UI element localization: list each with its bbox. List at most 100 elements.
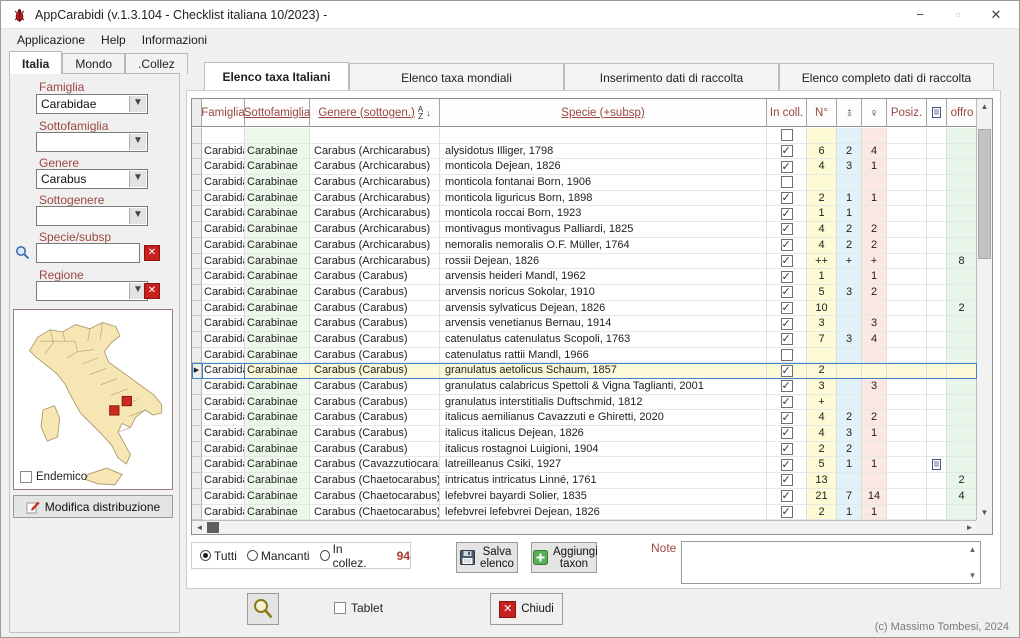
tab-elenco-taxa-italiani[interactable]: Elenco taxa Italiani — [204, 62, 349, 90]
incoll-checkbox[interactable] — [781, 365, 793, 377]
maximize-button[interactable]: ▫ — [941, 1, 975, 29]
incoll-checkbox[interactable] — [781, 396, 793, 408]
col-header-incoll[interactable]: In coll. — [767, 99, 807, 126]
filter-option-tutti[interactable]: Tutti — [200, 549, 237, 563]
col-header-male[interactable]: ♂ — [837, 99, 862, 126]
incoll-checkbox[interactable] — [781, 380, 793, 392]
table-row[interactable]: CarabidaeCarabinaeCarabus (Carabus)arven… — [192, 285, 977, 301]
sottofamiglia-combo[interactable]: ▼ — [36, 132, 148, 152]
chevron-down-icon[interactable]: ▼ — [129, 208, 146, 224]
col-header-doc[interactable] — [927, 99, 947, 126]
table-row[interactable]: CarabidaeCarabinaeCarabus (Archicarabus)… — [192, 238, 977, 254]
incoll-checkbox[interactable] — [781, 412, 793, 424]
row-selector[interactable] — [192, 505, 202, 521]
table-row[interactable]: CarabidaeCarabinaeCarabus (Archicarabus)… — [192, 222, 977, 238]
regione-combo[interactable]: ▼ — [36, 281, 148, 301]
note-scroll-down-icon[interactable]: ▼ — [966, 569, 979, 582]
chevron-down-icon[interactable]: ▼ — [129, 134, 146, 150]
sidebar-tab-mondo[interactable]: Mondo — [62, 53, 125, 74]
row-selector[interactable] — [192, 426, 202, 442]
row-selector[interactable] — [192, 332, 202, 348]
incoll-checkbox[interactable] — [781, 161, 793, 173]
endemico-checkbox[interactable] — [20, 471, 32, 483]
row-selector[interactable] — [192, 128, 202, 144]
menu-informazioni[interactable]: Informazioni — [134, 31, 215, 49]
scroll-left-arrow[interactable]: ◄ — [192, 521, 207, 534]
chevron-down-icon[interactable]: ▼ — [129, 96, 146, 112]
row-selector[interactable] — [192, 457, 202, 473]
genere-combo[interactable]: Carabus▼ — [36, 169, 148, 189]
scroll-right-arrow[interactable]: ► — [962, 521, 977, 534]
row-selector[interactable] — [192, 191, 202, 207]
table-row[interactable]: CarabidaeCarabinaeCarabus (Carabus)arven… — [192, 269, 977, 285]
incoll-checkbox[interactable] — [781, 427, 793, 439]
col-header-posiz[interactable]: Posiz. — [887, 99, 927, 126]
row-selector[interactable] — [192, 254, 202, 270]
incoll-checkbox[interactable] — [781, 192, 793, 204]
table-row[interactable]: CarabidaeCarabinaeCarabus (Carabus)itali… — [192, 426, 977, 442]
incoll-checkbox[interactable] — [781, 333, 793, 345]
filter-option-in-collez[interactable]: In collez. — [320, 542, 375, 570]
filter-option-mancanti[interactable]: Mancanti — [247, 549, 310, 563]
col-header-specie[interactable]: Specie (+subsp) — [440, 99, 767, 126]
table-row[interactable]: CarabidaeCarabinaeCarabus (Carabus)caten… — [192, 332, 977, 348]
incoll-checkbox[interactable] — [781, 474, 793, 486]
row-selector[interactable] — [192, 222, 202, 238]
table-row[interactable]: ▶CarabidaeCarabinaeCarabus (Carabus)gran… — [192, 363, 977, 379]
salva-elenco-button[interactable]: Salva elenco — [456, 542, 518, 573]
tablet-checkbox[interactable] — [334, 602, 346, 614]
table-row[interactable]: CarabidaeCarabinaeCarabus (Carabus)itali… — [192, 410, 977, 426]
incoll-checkbox[interactable] — [781, 318, 793, 330]
vertical-scroll-thumb[interactable] — [978, 129, 991, 259]
incoll-checkbox[interactable] — [781, 506, 793, 518]
sottogenere-combo[interactable]: ▼ — [36, 206, 148, 226]
sidebar-tab-italia[interactable]: Italia — [9, 51, 62, 74]
incoll-checkbox[interactable] — [781, 286, 793, 298]
table-row[interactable]: CarabidaeCarabinaeCarabus (Archicarabus)… — [192, 254, 977, 270]
row-selector[interactable] — [192, 238, 202, 254]
table-row[interactable]: CarabidaeCarabinaeCarabus (Archicarabus)… — [192, 191, 977, 207]
row-selector[interactable] — [192, 395, 202, 411]
table-row[interactable]: CarabidaeCarabinaeCarabus (Carabus)arven… — [192, 301, 977, 317]
horizontal-scroll-thumb[interactable] — [207, 522, 219, 533]
row-selector[interactable] — [192, 144, 202, 160]
specie-input[interactable] — [36, 243, 140, 263]
scroll-up-arrow[interactable]: ▲ — [977, 99, 992, 114]
radio-mancanti[interactable] — [247, 550, 258, 561]
incoll-checkbox[interactable] — [781, 176, 793, 188]
incoll-checkbox[interactable] — [781, 239, 793, 251]
tab-elenco-completo-dati-di-raccolta[interactable]: Elenco completo dati di raccolta — [779, 63, 994, 90]
col-header-n[interactable]: N° — [807, 99, 837, 126]
col-header-sottofamiglia[interactable]: Sottofamiglia — [245, 99, 310, 126]
incoll-checkbox[interactable] — [781, 223, 793, 235]
chevron-down-icon[interactable]: ▼ — [129, 171, 146, 187]
note-textarea[interactable]: ▲ ▼ — [681, 541, 981, 584]
incoll-checkbox[interactable] — [781, 208, 793, 220]
horizontal-scrollbar[interactable]: ◄ ► — [192, 520, 977, 534]
row-selector[interactable] — [192, 442, 202, 458]
table-row[interactable]: CarabidaeCarabinaeCarabus (Cavazzutiocar… — [192, 457, 977, 473]
row-selector[interactable] — [192, 410, 202, 426]
incoll-checkbox[interactable] — [781, 255, 793, 267]
sort-az-icon[interactable]: AZ — [418, 106, 423, 120]
table-row[interactable]: CarabidaeCarabinaeCarabus (Carabus)granu… — [192, 379, 977, 395]
row-selector[interactable] — [192, 159, 202, 175]
chiudi-button[interactable]: ✕ Chiudi — [490, 593, 563, 625]
minimize-button[interactable]: − — [903, 1, 937, 29]
table-row[interactable]: CarabidaeCarabinaeCarabus (Chaetocarabus… — [192, 489, 977, 505]
table-row[interactable]: CarabidaeCarabinaeCarabus (Chaetocarabus… — [192, 473, 977, 489]
row-selector[interactable] — [192, 285, 202, 301]
table-row[interactable]: CarabidaeCarabinaeCarabus (Archicarabus)… — [192, 206, 977, 222]
menu-applicazione[interactable]: Applicazione — [9, 31, 93, 49]
col-header-female[interactable]: ♀ — [862, 99, 887, 126]
modifica-distribuzione-button[interactable]: Modifica distribuzione — [13, 495, 173, 518]
incoll-checkbox[interactable] — [781, 302, 793, 314]
incoll-checkbox[interactable] — [781, 459, 793, 471]
incoll-checkbox[interactable] — [781, 271, 793, 283]
incoll-checkbox[interactable] — [781, 145, 793, 157]
incoll-checkbox[interactable] — [781, 129, 793, 141]
table-row[interactable]: CarabidaeCarabinaeCarabus (Archicarabus)… — [192, 144, 977, 160]
table-row[interactable]: CarabidaeCarabinaeCarabus (Carabus)granu… — [192, 395, 977, 411]
menu-help[interactable]: Help — [93, 31, 134, 49]
famiglia-combo[interactable]: Carabidae▼ — [36, 94, 148, 114]
